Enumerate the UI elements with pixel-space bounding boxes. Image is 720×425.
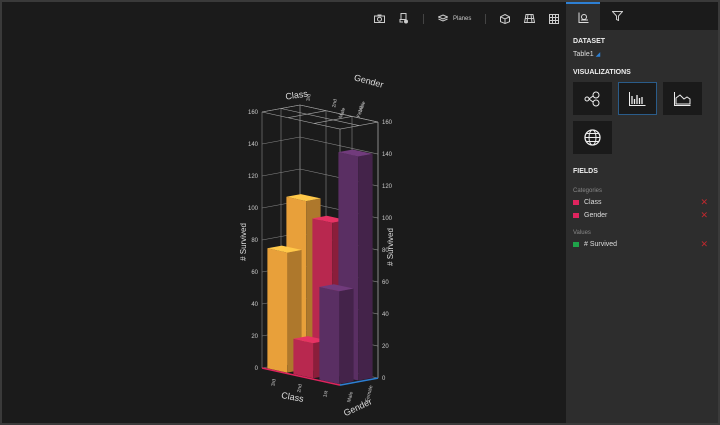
- globe-map-button[interactable]: [573, 121, 612, 154]
- camera-icon: [374, 14, 385, 23]
- planes-label: Planes: [453, 15, 472, 22]
- categories-heading: Categories: [573, 188, 603, 194]
- field-name: Class: [584, 199, 602, 206]
- bar-chart-3d[interactable]: 0020204040606080801001001201201401401601…: [2, 2, 566, 423]
- y-axis-title-left: # Survived: [239, 223, 248, 261]
- network-graph-button[interactable]: [573, 82, 612, 115]
- class-tick-label: 1st: [322, 390, 329, 398]
- area-chart-icon: [674, 91, 691, 106]
- tab-filter[interactable]: [600, 2, 634, 30]
- camera-button[interactable]: [374, 14, 385, 23]
- bar-chart-button[interactable]: [618, 82, 657, 115]
- chart-settings-icon: [578, 12, 588, 23]
- y-tick-label-right: 20: [382, 344, 389, 350]
- field-gender[interactable]: Gender ✕: [573, 210, 708, 221]
- field-name: # Survived: [584, 241, 618, 248]
- bar-front-face: [267, 248, 288, 373]
- dropdown-arrow-icon: ◢: [595, 52, 601, 58]
- y-tick-label-right: 60: [382, 280, 389, 286]
- export-button[interactable]: [399, 13, 409, 24]
- grid-icon: [549, 13, 560, 24]
- class-tick-label: 2nd: [296, 384, 303, 393]
- y-tick-label-right: 40: [382, 312, 389, 318]
- side-panel: DATASET Table1 ◢ VISUALIZATIONS FIELDS C…: [566, 2, 718, 423]
- grid-button[interactable]: [549, 13, 560, 24]
- visualizations-heading: VISUALIZATIONS: [573, 69, 631, 76]
- bar-side-face: [358, 153, 373, 381]
- gender-axis-title-top: Gender: [353, 72, 385, 89]
- dataset-value: Table1: [573, 51, 594, 58]
- bar-side-face: [339, 288, 354, 384]
- y-tick-label-left: 20: [251, 334, 258, 340]
- perspective-grid-icon: [524, 14, 536, 23]
- y-tick-label-left: 120: [248, 174, 259, 180]
- export-icon: [399, 13, 408, 24]
- field-name: Gender: [584, 212, 608, 219]
- dataset-heading: DATASET: [573, 38, 606, 45]
- network-graph-icon: [584, 91, 599, 106]
- divider: [423, 13, 424, 24]
- gender-tick-label-top: Female: [356, 100, 367, 118]
- area-chart-button[interactable]: [663, 82, 702, 115]
- y-tick-label-left: 0: [255, 366, 259, 372]
- y-tick-label-left: 140: [248, 142, 259, 148]
- field-class[interactable]: Class ✕: [573, 197, 708, 208]
- cube-view-button[interactable]: [500, 13, 511, 24]
- y-tick-label-right: 140: [382, 152, 393, 158]
- planes-icon: [438, 14, 448, 22]
- color-swatch: [573, 213, 579, 218]
- tab-chart-settings[interactable]: [566, 2, 600, 30]
- y-tick-label-left: 80: [251, 238, 258, 244]
- bar-front-face: [319, 286, 340, 384]
- y-tick-label-left: 100: [248, 206, 259, 212]
- cube-icon: [500, 13, 511, 24]
- y-tick-label-right: 120: [382, 184, 393, 190]
- y-axis-title-right: # Survived: [386, 228, 395, 266]
- chart-toolbar: Planes: [374, 13, 560, 24]
- bar: [319, 284, 354, 384]
- class-tick-label-top: 2nd: [331, 99, 338, 108]
- remove-icon[interactable]: ✕: [700, 210, 708, 221]
- chart-area[interactable]: 0 0 20 20 40 40 60 60 80 80 100 100 120 120 140 140 160 1…: [2, 2, 566, 423]
- remove-icon[interactable]: ✕: [700, 239, 708, 250]
- globe-icon: [584, 129, 601, 146]
- planes-button[interactable]: Planes: [438, 14, 471, 23]
- field-survived[interactable]: # Survived ✕: [573, 239, 708, 250]
- remove-icon[interactable]: ✕: [700, 197, 708, 208]
- class-tick-label: 3rd: [270, 378, 277, 386]
- fields-heading: FIELDS: [573, 168, 598, 175]
- perspective-button[interactable]: [524, 14, 536, 23]
- gridline: [299, 136, 379, 155]
- y-tick-label-left: 160: [248, 110, 259, 116]
- color-swatch: [573, 200, 579, 205]
- y-tick-label-left: 40: [251, 302, 258, 308]
- gridline: [339, 121, 379, 130]
- dataset-selector[interactable]: Table1 ◢: [573, 51, 718, 58]
- filter-icon: [611, 11, 623, 21]
- color-swatch: [573, 242, 579, 247]
- bar-chart-icon: [629, 91, 646, 106]
- y-tick-label-right: 160: [382, 120, 393, 126]
- y-tick-label-right: 0: [382, 376, 386, 382]
- gender-tick-label: Male: [346, 391, 355, 403]
- values-heading: Values: [573, 230, 591, 236]
- panel-tabs: [566, 2, 718, 30]
- y-tick-label-left: 60: [251, 270, 258, 276]
- bar-front-face: [293, 338, 314, 379]
- visualization-picker: [573, 82, 718, 154]
- divider: [485, 13, 487, 24]
- y-tick-label-right: 100: [382, 216, 393, 222]
